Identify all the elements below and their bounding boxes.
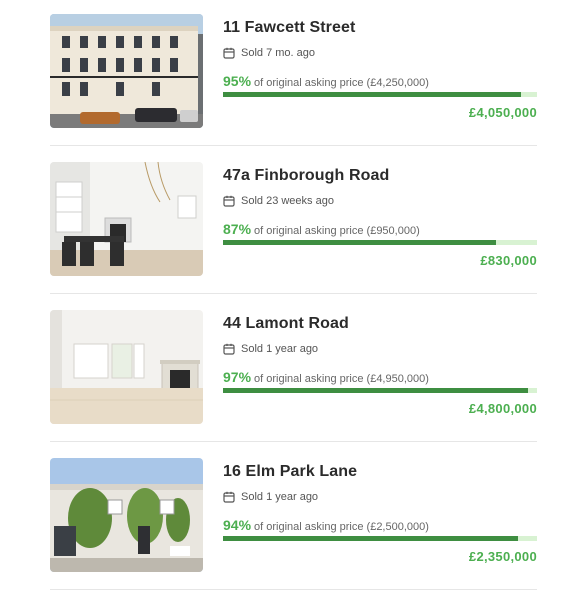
asking-price-progress-bar xyxy=(223,92,537,97)
property-card[interactable]: 47a Finborough Road Sold 23 weeks ago 87… xyxy=(0,148,587,296)
property-info: 11 Fawcett Street Sold 7 mo. ago 95% of o… xyxy=(223,18,537,120)
sold-date: Sold 23 weeks ago xyxy=(223,194,537,208)
property-card[interactable]: 44 Lamont Road Sold 1 year ago 97% of ori… xyxy=(0,296,587,444)
property-title[interactable]: 44 Lamont Road xyxy=(223,314,537,334)
sold-price: £4,050,000 xyxy=(468,105,537,120)
property-info: 44 Lamont Road Sold 1 year ago 97% of ori… xyxy=(223,314,537,416)
property-title[interactable]: 47a Finborough Road xyxy=(223,166,537,186)
property-photo[interactable] xyxy=(50,14,203,128)
sold-date: Sold 7 mo. ago xyxy=(223,46,537,60)
property-info: 47a Finborough Road Sold 23 weeks ago 87… xyxy=(223,166,537,268)
divider xyxy=(50,441,537,442)
sold-date: Sold 1 year ago xyxy=(223,342,537,356)
progress-fill xyxy=(223,240,497,245)
property-info: 16 Elm Park Lane Sold 1 year ago 94% of o… xyxy=(223,462,537,564)
percentage-of-asking: 95% xyxy=(223,73,252,89)
property-title[interactable]: 11 Fawcett Street xyxy=(223,18,537,38)
sold-date-text: Sold 1 year ago xyxy=(241,491,319,503)
asking-price-progress-bar xyxy=(223,388,537,393)
divider xyxy=(50,145,537,146)
asking-price-progress-bar xyxy=(223,240,537,245)
sold-date-text: Sold 1 year ago xyxy=(241,343,319,355)
asking-price-text: of original asking price (£4,950,000) xyxy=(254,373,429,385)
property-photo[interactable] xyxy=(50,162,203,276)
asking-price-ratio: 94% of original asking price (£2,500,000) xyxy=(223,517,537,533)
asking-price-ratio: 87% of original asking price (£950,000) xyxy=(223,221,537,237)
property-photo[interactable] xyxy=(50,310,203,424)
property-card[interactable]: 11 Fawcett Street Sold 7 mo. ago 95% of o… xyxy=(0,0,587,148)
asking-price-text: of original asking price (£4,250,000) xyxy=(254,77,429,89)
percentage-of-asking: 94% xyxy=(223,517,252,533)
asking-price-ratio: 95% of original asking price (£4,250,000) xyxy=(223,73,537,89)
calendar-icon xyxy=(223,195,235,207)
sold-date-text: Sold 7 mo. ago xyxy=(241,47,315,59)
percentage-of-asking: 97% xyxy=(223,369,252,385)
sold-price: £2,350,000 xyxy=(468,549,537,564)
progress-fill xyxy=(223,388,528,393)
sold-date: Sold 1 year ago xyxy=(223,490,537,504)
asking-price-progress-bar xyxy=(223,536,537,541)
calendar-icon xyxy=(223,491,235,503)
sold-date-text: Sold 23 weeks ago xyxy=(241,195,334,207)
percentage-of-asking: 87% xyxy=(223,221,252,237)
sold-price: £4,800,000 xyxy=(468,401,537,416)
divider xyxy=(50,293,537,294)
calendar-icon xyxy=(223,47,235,59)
asking-price-text: of original asking price (£2,500,000) xyxy=(254,521,429,533)
property-photo[interactable] xyxy=(50,458,203,572)
property-card[interactable]: 16 Elm Park Lane Sold 1 year ago 94% of o… xyxy=(0,444,587,592)
progress-fill xyxy=(223,536,519,541)
property-title[interactable]: 16 Elm Park Lane xyxy=(223,462,537,482)
sold-price: £830,000 xyxy=(480,253,537,268)
calendar-icon xyxy=(223,343,235,355)
divider xyxy=(50,589,537,590)
asking-price-ratio: 97% of original asking price (£4,950,000) xyxy=(223,369,537,385)
progress-fill xyxy=(223,92,522,97)
asking-price-text: of original asking price (£950,000) xyxy=(254,225,420,237)
sold-properties-list: 11 Fawcett Street Sold 7 mo. ago 95% of o… xyxy=(0,0,587,600)
